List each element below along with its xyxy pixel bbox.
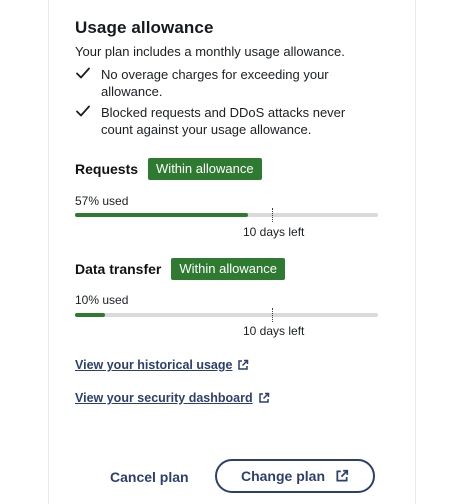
requests-title: Requests [75, 161, 139, 177]
data-transfer-status-badge: Within allowance [171, 258, 285, 280]
data-transfer-days-left: 10 days left [243, 324, 305, 338]
checkmark-icon [75, 66, 101, 82]
requests-used-label: 57% used [75, 194, 129, 208]
data-transfer-title: Data transfer [75, 261, 162, 277]
checkmark-icon [75, 104, 101, 120]
historical-usage-link-label[interactable]: View your historical usage [75, 358, 232, 372]
requests-period-marker [272, 208, 273, 222]
data-transfer-header: Data transfer Within allowance [75, 258, 285, 280]
bullet-blocked-requests: Blocked requests and DDoS attacks never … [75, 104, 375, 138]
requests-days-left: 10 days left [243, 225, 305, 239]
usage-title: Usage allowance [75, 18, 214, 37]
data-transfer-progress-fill [75, 313, 106, 317]
security-dashboard-link[interactable]: View your security dashboard [75, 391, 270, 405]
external-link-icon [238, 359, 249, 370]
usage-subtitle: Your plan includes a monthly usage allow… [75, 44, 345, 59]
historical-usage-link[interactable]: View your historical usage [75, 358, 249, 372]
external-link-icon [258, 392, 269, 403]
security-dashboard-link-label[interactable]: View your security dashboard [75, 391, 253, 405]
bullet-no-overage: No overage charges for exceeding your al… [75, 66, 375, 100]
requests-progress-fill [75, 213, 248, 217]
requests-progress-bar [75, 213, 378, 217]
data-transfer-progress-bar [75, 313, 378, 317]
data-transfer-period-marker [272, 308, 273, 322]
data-transfer-used-label: 10% used [75, 293, 129, 307]
bullet-text: No overage charges for exceeding your al… [101, 67, 329, 99]
page: Usage allowance Your plan includes a mon… [0, 0, 456, 504]
external-link-icon [336, 469, 349, 482]
change-plan-button[interactable]: Change plan [215, 459, 375, 493]
requests-status-badge: Within allowance [148, 158, 262, 180]
requests-header: Requests Within allowance [75, 158, 262, 180]
change-plan-label: Change plan [240, 468, 325, 484]
cancel-plan-button[interactable]: Cancel plan [110, 469, 189, 485]
bullet-text: Blocked requests and DDoS attacks never … [101, 105, 346, 137]
